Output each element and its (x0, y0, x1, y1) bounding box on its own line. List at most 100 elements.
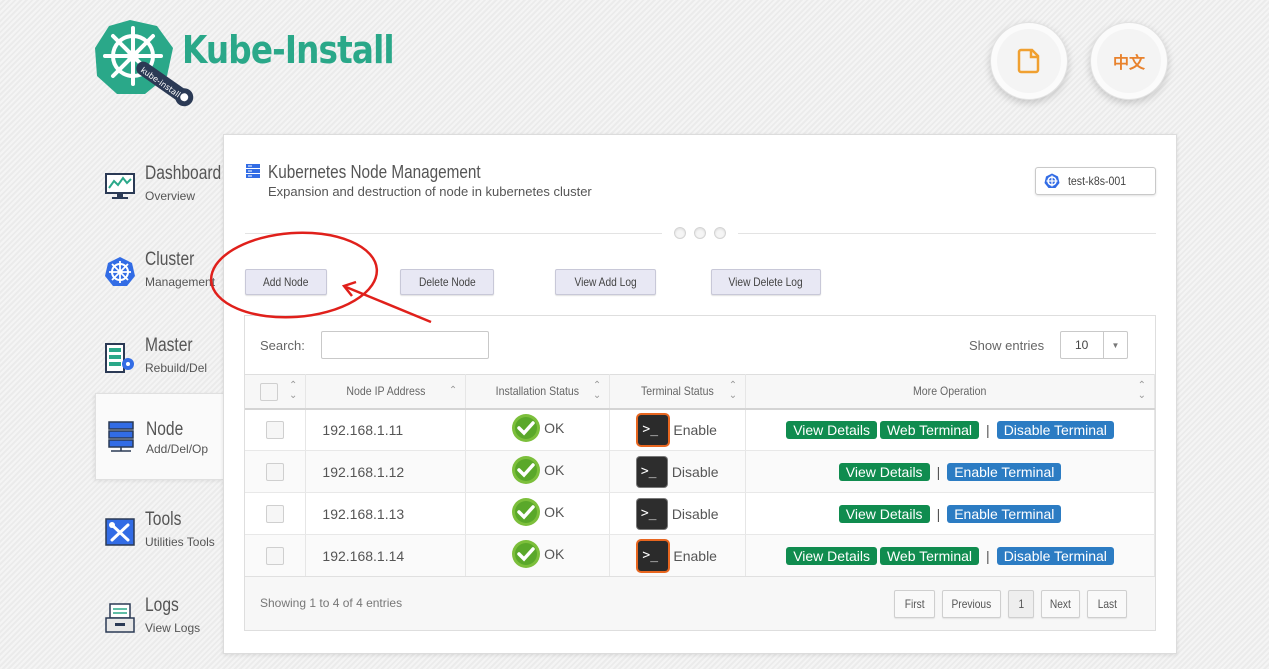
pager-previous-button[interactable]: Previous (942, 590, 1001, 618)
install-status: OK (544, 504, 565, 520)
separator: | (986, 547, 990, 564)
delete-node-label: Delete Node (418, 275, 476, 289)
row-checkbox[interactable] (266, 546, 285, 565)
column-label: Installation Status (496, 384, 580, 399)
document-icon (1017, 48, 1040, 74)
row-checkbox[interactable] (266, 504, 285, 523)
table-info: Showing 1 to 4 of 4 entries (260, 596, 403, 610)
column-header-ip[interactable]: Node IP Address ⌃ (305, 374, 467, 410)
show-entries-label: Show entries (969, 338, 1045, 353)
enable-terminal-button[interactable]: Enable Terminal (947, 462, 1062, 481)
separator: | (986, 421, 990, 438)
sidebar-item-title: Master (145, 335, 193, 356)
sidebar-item-title: Cluster (145, 249, 195, 270)
sidebar-item-dashboard[interactable]: Dashboard Overview (95, 148, 225, 232)
sidebar-item-node[interactable]: Node Add/Del/Op (95, 393, 225, 480)
pager-page-button[interactable]: 1 (1008, 590, 1034, 618)
terminal-status: Disable (671, 463, 719, 480)
sort-icon: ⌃ ⌄ (289, 380, 298, 402)
sidebar-item-title: Tools (145, 509, 182, 530)
node-ip: 192.168.1.14 (305, 534, 467, 577)
sidebar-item-master[interactable]: Master Rebuild/Del (95, 320, 225, 404)
column-header-install-status[interactable]: Installation Status ⌃ ⌄ (465, 374, 611, 410)
check-circle-icon (512, 414, 541, 443)
view-details-button[interactable]: View Details (838, 462, 930, 481)
table-row: 192.168.1.11 OK >_ Enable View Details We… (245, 408, 1155, 451)
sidebar-item-title: Logs (145, 595, 179, 616)
terminal-status: Disable (671, 505, 719, 522)
add-node-button[interactable]: Add Node (245, 269, 327, 295)
entries-select[interactable]: 10 ▼ (1060, 331, 1128, 359)
web-terminal-button[interactable]: Web Terminal (879, 546, 980, 565)
install-status: OK (544, 462, 565, 478)
view-add-log-button[interactable]: View Add Log (555, 269, 656, 295)
view-details-button[interactable]: View Details (786, 546, 877, 565)
select-all-checkbox[interactable] (260, 383, 278, 401)
sidebar-item-subtitle: View Logs (145, 621, 201, 635)
node-ip: 192.168.1.13 (305, 492, 467, 535)
node-management-panel: Kubernetes Node Management Expansion and… (223, 134, 1177, 654)
column-header-more-operation[interactable]: More Operation ⌃ ⌄ (745, 374, 1155, 410)
sidebar-item-subtitle: Add/Del/Op (146, 442, 209, 456)
cluster-selector-button[interactable]: test-k8s-001 (1035, 167, 1156, 195)
divider-dots (674, 227, 726, 239)
pager-label: Next (1050, 597, 1071, 611)
separator: | (936, 463, 941, 480)
check-circle-icon (512, 456, 541, 484)
toolbox-icon (105, 518, 135, 546)
view-add-log-label: View Add Log (574, 275, 637, 289)
terminal-status: Enable (673, 421, 717, 438)
cluster-name: test-k8s-001 (1068, 174, 1127, 188)
column-header-terminal-status[interactable]: Terminal Status ⌃ ⌄ (609, 374, 747, 410)
table-row: 192.168.1.12 OK >_ Disable View Details |… (245, 450, 1155, 493)
install-status: OK (544, 546, 565, 562)
select-all-header[interactable]: ⌃ ⌄ (245, 374, 307, 410)
check-circle-icon (512, 498, 541, 526)
terminal-icon: >_ (636, 456, 667, 487)
table-footer: Showing 1 to 4 of 4 entries First Previo… (245, 576, 1155, 630)
enable-terminal-button[interactable]: Enable Terminal (947, 504, 1062, 523)
node-table-wrapper: Search: Show entries 10 ▼ ⌃ ⌄ Node IP Add… (244, 315, 1156, 631)
sidebar-item-logs[interactable]: Logs View Logs (95, 580, 225, 664)
sidebar-item-subtitle: Overview (145, 189, 196, 203)
app-title: Kube-Install (182, 28, 395, 72)
view-delete-log-button[interactable]: View Delete Log (711, 269, 821, 295)
server-stack-icon (108, 421, 134, 452)
view-details-button[interactable]: View Details (838, 504, 930, 523)
sidebar-item-tools[interactable]: Tools Utilities Tools (95, 494, 225, 578)
disable-terminal-button[interactable]: Disable Terminal (996, 546, 1114, 565)
sort-asc-icon: ⌃ (448, 385, 458, 397)
pager-next-button[interactable]: Next (1041, 590, 1080, 618)
divider (738, 233, 1156, 234)
disable-terminal-button[interactable]: Disable Terminal (996, 420, 1114, 439)
table-row: 192.168.1.13 OK >_ Disable View Details |… (245, 492, 1155, 535)
sidebar-item-cluster[interactable]: Cluster Management (95, 234, 225, 318)
row-checkbox[interactable] (266, 462, 285, 481)
row-checkbox[interactable] (266, 420, 285, 439)
pager-label: Previous (951, 597, 992, 611)
server-gear-icon (105, 343, 134, 373)
chevron-down-icon: ▼ (1103, 332, 1127, 358)
web-terminal-button[interactable]: Web Terminal (879, 420, 980, 439)
delete-node-button[interactable]: Delete Node (400, 269, 494, 295)
sort-icon: ⌃ ⌄ (592, 380, 602, 402)
terminal-icon: >_ (638, 540, 669, 571)
pager-label: Last (1097, 597, 1117, 611)
page-title: Kubernetes Node Management (268, 162, 481, 182)
sidebar-item-title: Dashboard (145, 163, 222, 184)
pager-first-button[interactable]: First (894, 590, 935, 618)
sidebar-item-subtitle: Rebuild/Del (145, 361, 208, 375)
column-label: Node IP Address (346, 384, 426, 399)
check-circle-icon (512, 540, 541, 568)
column-label: Terminal Status (641, 384, 715, 399)
document-button[interactable] (990, 22, 1068, 100)
language-button[interactable]: 中文 (1090, 22, 1168, 100)
pager-last-button[interactable]: Last (1087, 590, 1127, 618)
sort-icon: ⌃ ⌄ (728, 380, 738, 402)
terminal-icon: >_ (636, 498, 667, 529)
terminal-status: Enable (673, 547, 717, 564)
search-label: Search: (260, 338, 305, 353)
search-input[interactable] (321, 331, 489, 359)
add-node-label: Add Node (263, 275, 309, 289)
view-details-button[interactable]: View Details (786, 420, 877, 439)
